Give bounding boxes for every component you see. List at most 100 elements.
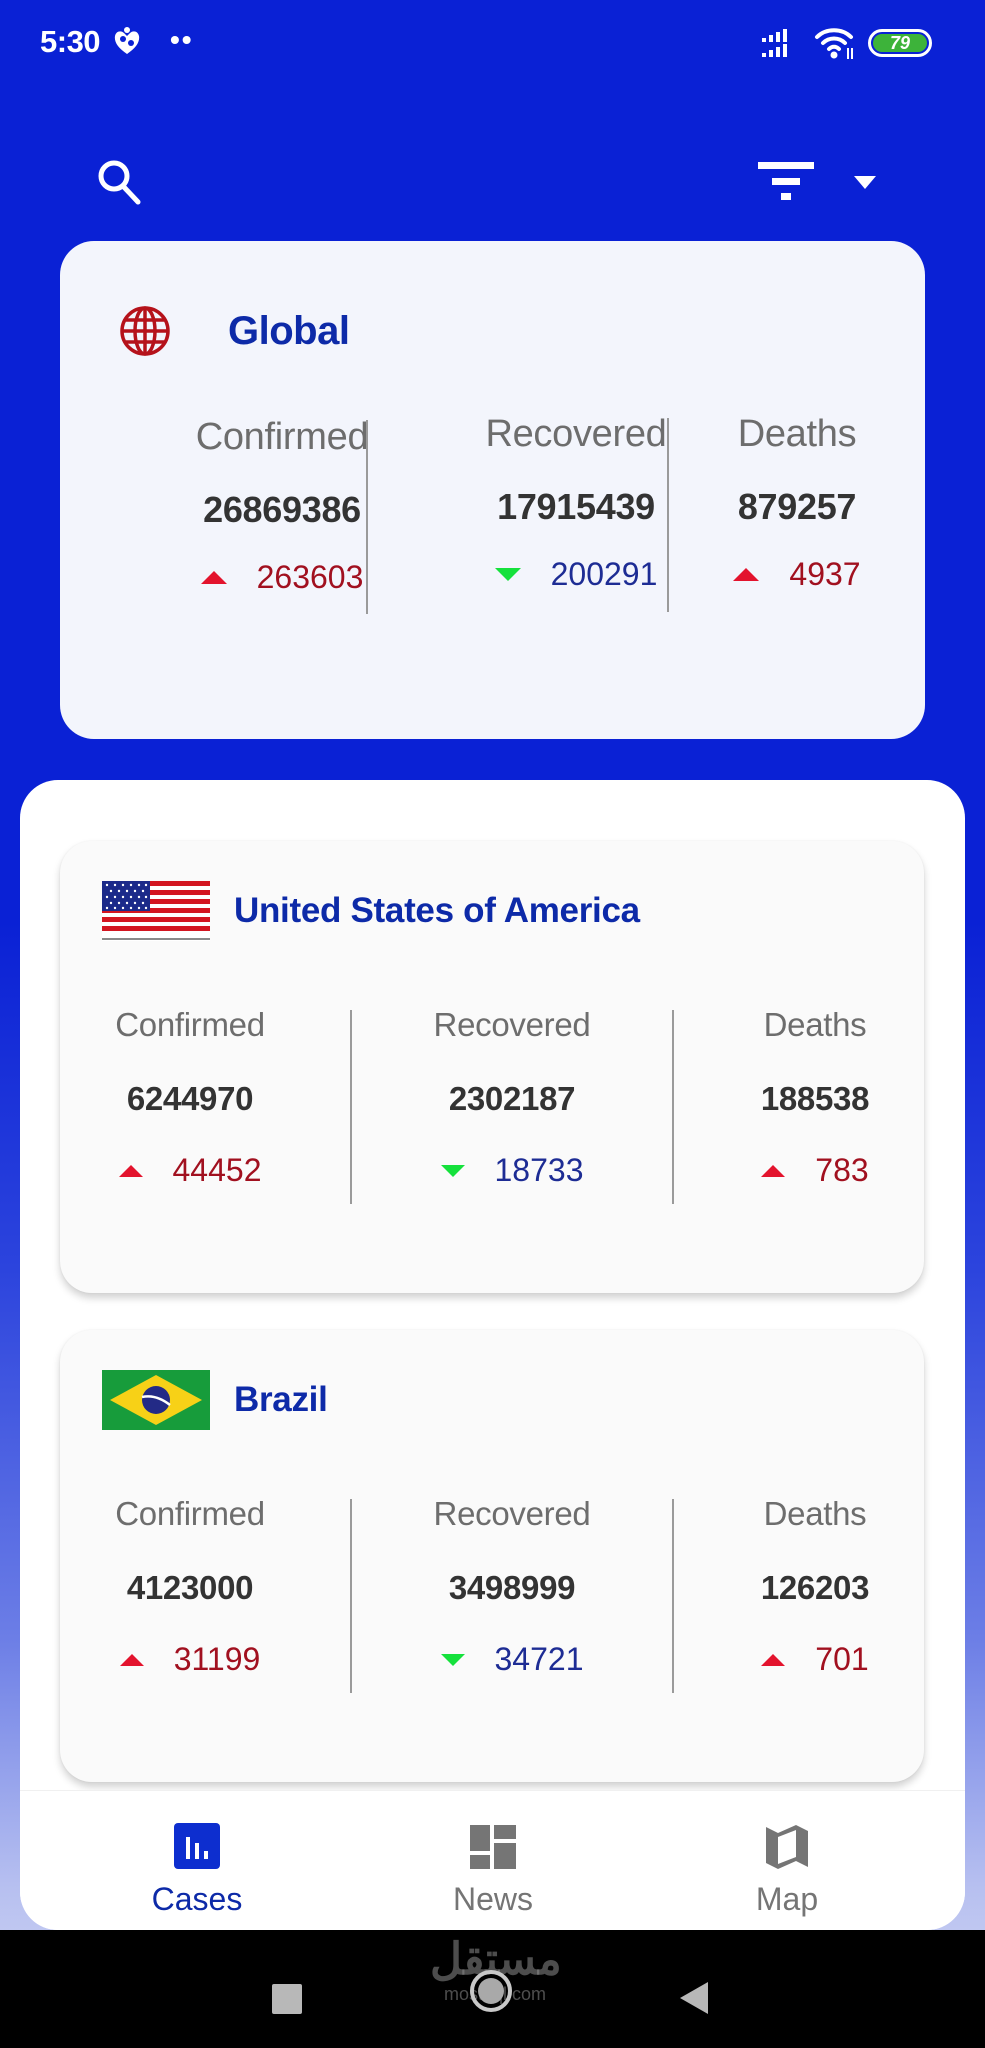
delta-value: 44452 <box>172 1152 262 1188</box>
country-card-usa[interactable]: United States of America Confirmed 62449… <box>60 841 924 1293</box>
divider <box>350 1010 352 1204</box>
stat-delta: 34721 <box>440 1641 584 1678</box>
increase-arrow-icon <box>118 1164 143 1177</box>
country-header: United States of America <box>102 881 640 941</box>
notification-app-icon <box>114 27 140 54</box>
nav-tab-cases[interactable]: Cases <box>97 1791 297 1930</box>
stat-deaths: Deaths 879257 4937 <box>692 413 902 593</box>
stat-label: Deaths <box>763 1006 867 1043</box>
nav-tab-map[interactable]: Map <box>687 1791 887 1930</box>
stat-value: 879257 <box>737 486 857 527</box>
stat-value: 17915439 <box>497 486 655 527</box>
dashboard-icon <box>470 1825 516 1869</box>
increase-arrow-icon <box>761 1653 786 1666</box>
country-card-brazil[interactable]: Brazil Confirmed 4123000 31199 Recovered… <box>60 1330 924 1782</box>
delta-value: 263603 <box>256 559 364 595</box>
usa-flag-icon <box>102 881 210 941</box>
stat-recovered: Recovered 3498999 34721 <box>412 1495 612 1678</box>
bottom-navigation: Cases News Map <box>20 1790 965 1930</box>
brazil-flag-icon <box>102 1370 210 1430</box>
filter-icon <box>758 162 814 200</box>
divider <box>672 1499 674 1693</box>
country-header: Brazil <box>102 1370 328 1430</box>
status-more-notifications: •• <box>170 24 194 55</box>
stat-confirmed: Confirmed 4123000 31199 <box>90 1495 290 1678</box>
nav-label: Map <box>755 1881 819 1917</box>
search-icon <box>98 160 141 205</box>
signal-icon <box>762 29 787 57</box>
stat-delta: 31199 <box>119 1641 261 1678</box>
stat-label: Recovered <box>485 413 667 455</box>
decrease-arrow-icon <box>440 1653 465 1666</box>
battery-icon: 79 <box>868 29 932 57</box>
battery-level: 79 <box>873 34 927 52</box>
increase-arrow-icon <box>200 571 227 584</box>
stat-value: 3498999 <box>448 1569 576 1606</box>
delta-value: 31199 <box>173 1641 261 1677</box>
delta-value: 783 <box>815 1152 869 1188</box>
nav-tab-news[interactable]: News <box>393 1791 593 1930</box>
stat-value: 188538 <box>760 1080 870 1117</box>
stat-recovered: Recovered 2302187 18733 <box>412 1006 612 1189</box>
increase-arrow-icon <box>761 1164 786 1177</box>
delta-value: 18733 <box>494 1152 584 1188</box>
stat-delta: 44452 <box>118 1152 262 1189</box>
search-button[interactable] <box>94 156 146 208</box>
stat-label: Deaths <box>737 413 857 455</box>
delta-value: 34721 <box>494 1641 584 1677</box>
filter-sort-button[interactable] <box>756 160 882 206</box>
stat-value: 4123000 <box>126 1569 254 1606</box>
country-stats: Confirmed 6244970 44452 Recovered 230218… <box>60 1006 924 1206</box>
divider <box>350 1499 352 1693</box>
nav-label: News <box>452 1881 533 1917</box>
stat-label: Deaths <box>763 1495 867 1532</box>
stat-value: 2302187 <box>448 1080 576 1117</box>
bar-chart-icon <box>174 1823 220 1869</box>
stat-delta: 18733 <box>440 1152 584 1189</box>
stat-label: Recovered <box>433 1006 591 1043</box>
wifi-icon <box>815 28 853 59</box>
country-stats: Confirmed 4123000 31199 Recovered 349899… <box>60 1495 924 1695</box>
divider <box>366 420 368 614</box>
stat-value: 6244970 <box>126 1080 254 1117</box>
global-summary-card[interactable]: Global Confirmed 26869386 263603 Recover… <box>60 241 925 739</box>
country-name: United States of America <box>234 891 640 930</box>
increase-arrow-icon <box>119 1653 144 1666</box>
stat-label: Confirmed <box>195 416 369 458</box>
stat-label: Confirmed <box>115 1006 265 1043</box>
stat-recovered: Recovered 17915439 200291 <box>416 413 736 593</box>
delta-value: 4937 <box>789 556 861 592</box>
recents-button[interactable] <box>272 1984 302 2014</box>
stat-value: 26869386 <box>203 489 361 530</box>
globe-icon <box>120 306 170 356</box>
stat-value: 126203 <box>760 1569 870 1606</box>
stat-deaths: Deaths 126203 701 <box>740 1495 890 1678</box>
home-button[interactable] <box>470 1970 512 2012</box>
system-navigation-bar: مستقل mostaql.com <box>0 1930 985 2048</box>
increase-arrow-icon <box>733 568 760 581</box>
stat-delta: 783 <box>761 1152 869 1189</box>
countries-sheet: United States of America Confirmed 62449… <box>20 780 965 1930</box>
stat-label: Confirmed <box>115 1495 265 1532</box>
stat-confirmed: Confirmed 26869386 263603 <box>132 416 432 596</box>
delta-value: 701 <box>815 1641 869 1677</box>
decrease-arrow-icon <box>440 1164 465 1177</box>
stat-confirmed: Confirmed 6244970 44452 <box>90 1006 290 1189</box>
decrease-arrow-icon <box>494 568 521 581</box>
stat-delta: 4937 <box>733 556 861 593</box>
country-name: Brazil <box>234 1380 328 1419</box>
stat-delta: 200291 <box>494 556 657 593</box>
global-title: Global <box>228 308 350 353</box>
nav-label: Cases <box>151 1881 243 1917</box>
status-time: 5:30 <box>40 24 101 59</box>
status-bar: 5:30 •• 79 <box>0 0 985 90</box>
stat-delta: 263603 <box>200 559 364 596</box>
global-header: Global <box>118 301 350 361</box>
back-button[interactable] <box>680 1982 708 2014</box>
divider <box>667 418 669 612</box>
caret-down-icon <box>854 176 876 189</box>
global-stats: Confirmed 26869386 263603 Recovered 1791… <box>60 413 925 616</box>
divider <box>672 1010 674 1204</box>
stat-deaths: Deaths 188538 783 <box>740 1006 890 1189</box>
stat-delta: 701 <box>761 1641 869 1678</box>
